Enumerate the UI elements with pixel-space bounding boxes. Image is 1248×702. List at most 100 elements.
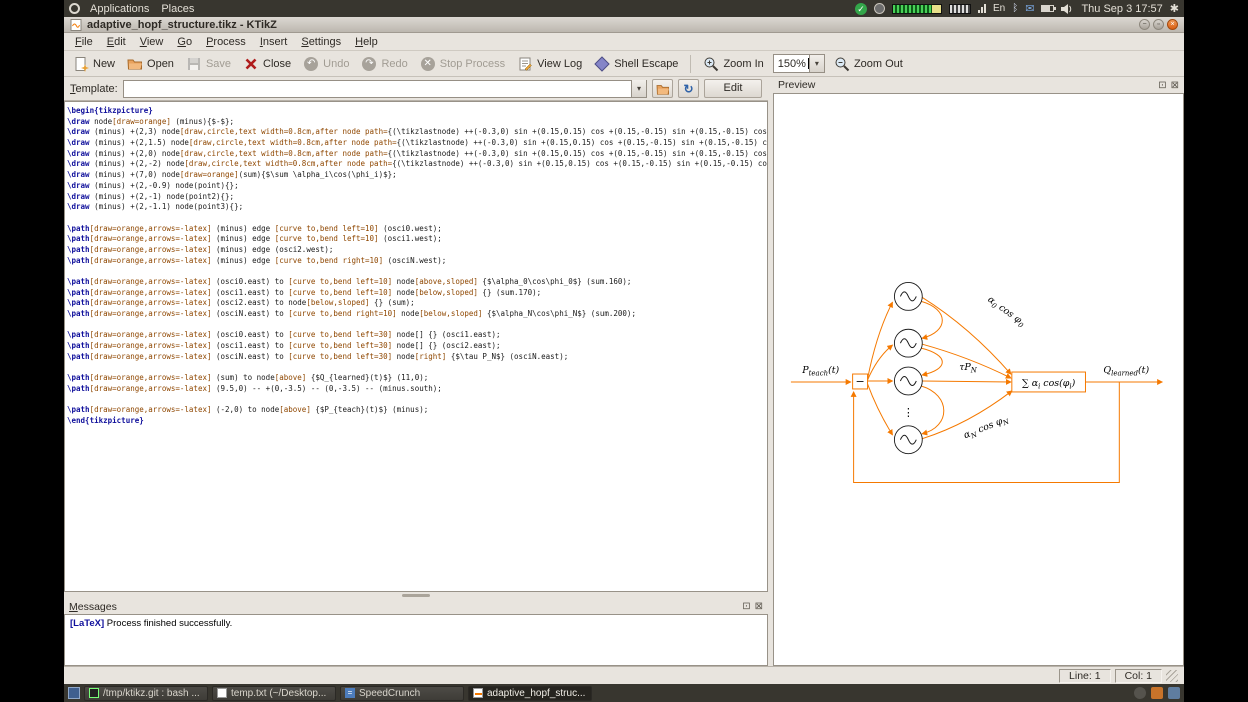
messages-log[interactable]: [LaTeX] Process finished successfully.: [64, 614, 768, 666]
system-load-meter-icon[interactable]: [892, 4, 942, 14]
code-line: \path[draw=orange,arrows=-latex] (osci2.…: [67, 298, 765, 309]
messages-header: Messages ⊡ ⊠: [64, 599, 768, 614]
zoom-in-button[interactable]: Zoom In: [698, 54, 768, 74]
preview-header: Preview ⊡ ⊠: [773, 77, 1184, 93]
minimize-button[interactable]: −: [1139, 19, 1150, 30]
template-reload-button[interactable]: ↻: [678, 79, 699, 98]
zoom-level-combobox[interactable]: 150% ▾: [773, 54, 825, 73]
bluetooth-icon[interactable]: ᛒ: [1012, 3, 1018, 14]
code-line: \draw (minus) +(2,-2) node[draw,circle,t…: [67, 159, 765, 170]
code-line: [67, 266, 765, 277]
menu-edit[interactable]: Edit: [100, 35, 133, 49]
zoom-level-value[interactable]: 150%: [774, 58, 808, 70]
code-line: \draw node[draw=orange] (minus){$-$};: [67, 117, 765, 128]
preview-undock-icon[interactable]: ⊡: [1158, 80, 1166, 91]
menu-view[interactable]: View: [133, 35, 171, 49]
titlebar[interactable]: adaptive_hopf_structure.tikz - KTikZ − ▫…: [64, 17, 1184, 33]
menu-insert[interactable]: Insert: [253, 35, 295, 49]
taskbar-window-speedcrunch[interactable]: = SpeedCrunch: [340, 686, 464, 701]
vdots: ⋮: [903, 407, 914, 419]
new-button[interactable]: New: [68, 54, 120, 74]
menu-process[interactable]: Process: [199, 35, 253, 49]
applications-menu[interactable]: Applications: [88, 3, 151, 15]
redo-icon: ↷: [362, 57, 376, 71]
code-line: \path[draw=orange,arrows=-latex] (osci0.…: [67, 277, 765, 288]
menu-settings[interactable]: Settings: [294, 35, 348, 49]
taskbar-window-ktikz[interactable]: adaptive_hopf_struc...: [468, 686, 592, 701]
zoom-out-button[interactable]: Zoom Out: [829, 54, 908, 74]
redo-button-label: Redo: [381, 58, 407, 70]
window-controls: − ▫ ×: [1139, 19, 1178, 30]
splitter-handle[interactable]: [64, 592, 768, 599]
template-browse-button[interactable]: [652, 79, 673, 98]
update-ok-icon[interactable]: ✓: [855, 3, 867, 15]
ktikz-icon: [473, 688, 483, 698]
zoom-out-label: Zoom Out: [854, 58, 903, 70]
taskbar-window-terminal[interactable]: /tmp/ktikz.git : bash ...: [84, 686, 208, 701]
session-gear-icon[interactable]: ✱: [1170, 2, 1179, 15]
volume-icon[interactable]: [1061, 4, 1074, 14]
save-button[interactable]: Save: [181, 54, 236, 74]
clock[interactable]: Thu Sep 3 17:57: [1081, 3, 1162, 15]
view-log-button[interactable]: View Log: [512, 54, 587, 74]
open-button[interactable]: Open: [122, 54, 179, 74]
mail-icon[interactable]: ✉: [1025, 2, 1034, 15]
redo-button[interactable]: ↷ Redo: [356, 54, 412, 74]
oscillator-nodes: [894, 282, 922, 453]
code-line: \path[draw=orange,arrows=-latex] (osci1.…: [67, 341, 765, 352]
code-line: \draw (minus) +(2,-0.9) node(point){};: [67, 181, 765, 192]
undo-button[interactable]: ↶ Undo: [298, 54, 354, 74]
code-line: \path[draw=orange,arrows=-latex] (osciN.…: [67, 309, 765, 320]
taskbar-label: temp.txt (~/Desktop...: [231, 688, 326, 699]
globe-icon[interactable]: [874, 3, 885, 14]
code-line: [67, 363, 765, 374]
tray-app-icon-3[interactable]: [1168, 687, 1180, 699]
messages-close-icon[interactable]: ⊠: [755, 601, 763, 612]
bottom-panel: /tmp/ktikz.git : bash ... temp.txt (~/De…: [64, 684, 1184, 702]
close-window-button[interactable]: ×: [1167, 19, 1178, 30]
show-desktop-icon[interactable]: [68, 687, 80, 699]
code-line: \draw (minus) +(2,1.5) node[draw,circle,…: [67, 138, 765, 149]
splitter-grip-icon: [402, 594, 430, 597]
stop-icon: ✕: [421, 57, 435, 71]
cpu-meter-icon[interactable]: [949, 4, 971, 14]
battery-icon[interactable]: [1041, 5, 1054, 12]
taskbar-window-textfile[interactable]: temp.txt (~/Desktop...: [212, 686, 336, 701]
stop-process-button[interactable]: ✕ Stop Process: [415, 54, 510, 74]
code-line: [67, 213, 765, 224]
resize-grip[interactable]: [1166, 670, 1178, 682]
code-editor[interactable]: \begin{tikzpicture}\draw node[draw=orang…: [64, 101, 768, 592]
menu-file[interactable]: File: [68, 35, 100, 49]
messages-undock-icon[interactable]: ⊡: [742, 601, 750, 612]
keyboard-layout-indicator[interactable]: En: [993, 3, 1005, 14]
maximize-button[interactable]: ▫: [1153, 19, 1164, 30]
zoom-dropdown-arrow-icon[interactable]: ▾: [809, 55, 824, 72]
system-tray: ✓ En ᛒ ✉ Thu Sep 3 17:57 ✱: [855, 2, 1179, 15]
status-line-indicator: Line: 1: [1059, 669, 1111, 683]
preview-close-icon[interactable]: ⊠: [1171, 80, 1179, 91]
template-edit-button[interactable]: Edit: [704, 79, 762, 98]
top-panel: Applications Places ✓ En ᛒ ✉ Thu Sep 3 1…: [64, 0, 1184, 17]
tau-label: τPN: [959, 362, 978, 374]
panel-menus: Applications Places: [69, 3, 196, 15]
tray-app-icon-2[interactable]: [1151, 687, 1163, 699]
network-signal-icon[interactable]: [978, 4, 986, 13]
preview-canvas[interactable]: −: [773, 93, 1184, 666]
tray-app-icon-1[interactable]: [1134, 687, 1146, 699]
shell-escape-button[interactable]: Shell Escape: [589, 54, 683, 74]
main-area: Template: ▾ ↻ Edit \begin{tikz: [64, 77, 1184, 666]
stop-process-label: Stop Process: [440, 58, 505, 70]
menu-help[interactable]: Help: [348, 35, 385, 49]
template-label: Template:: [70, 83, 118, 95]
template-dropdown-arrow-icon[interactable]: ▾: [631, 80, 646, 97]
view-log-icon: [517, 56, 533, 72]
input-label: Pteach(t): [801, 365, 839, 377]
places-menu[interactable]: Places: [159, 3, 196, 15]
alpha0-label: α0 cos φ0: [985, 294, 1028, 330]
taskbar-label: adaptive_hopf_struc...: [487, 688, 585, 699]
calculator-icon: =: [345, 688, 355, 698]
menu-go[interactable]: Go: [170, 35, 199, 49]
template-combobox[interactable]: ▾: [123, 80, 647, 98]
close-button[interactable]: Close: [238, 54, 296, 74]
distro-logo-icon[interactable]: [69, 3, 80, 14]
